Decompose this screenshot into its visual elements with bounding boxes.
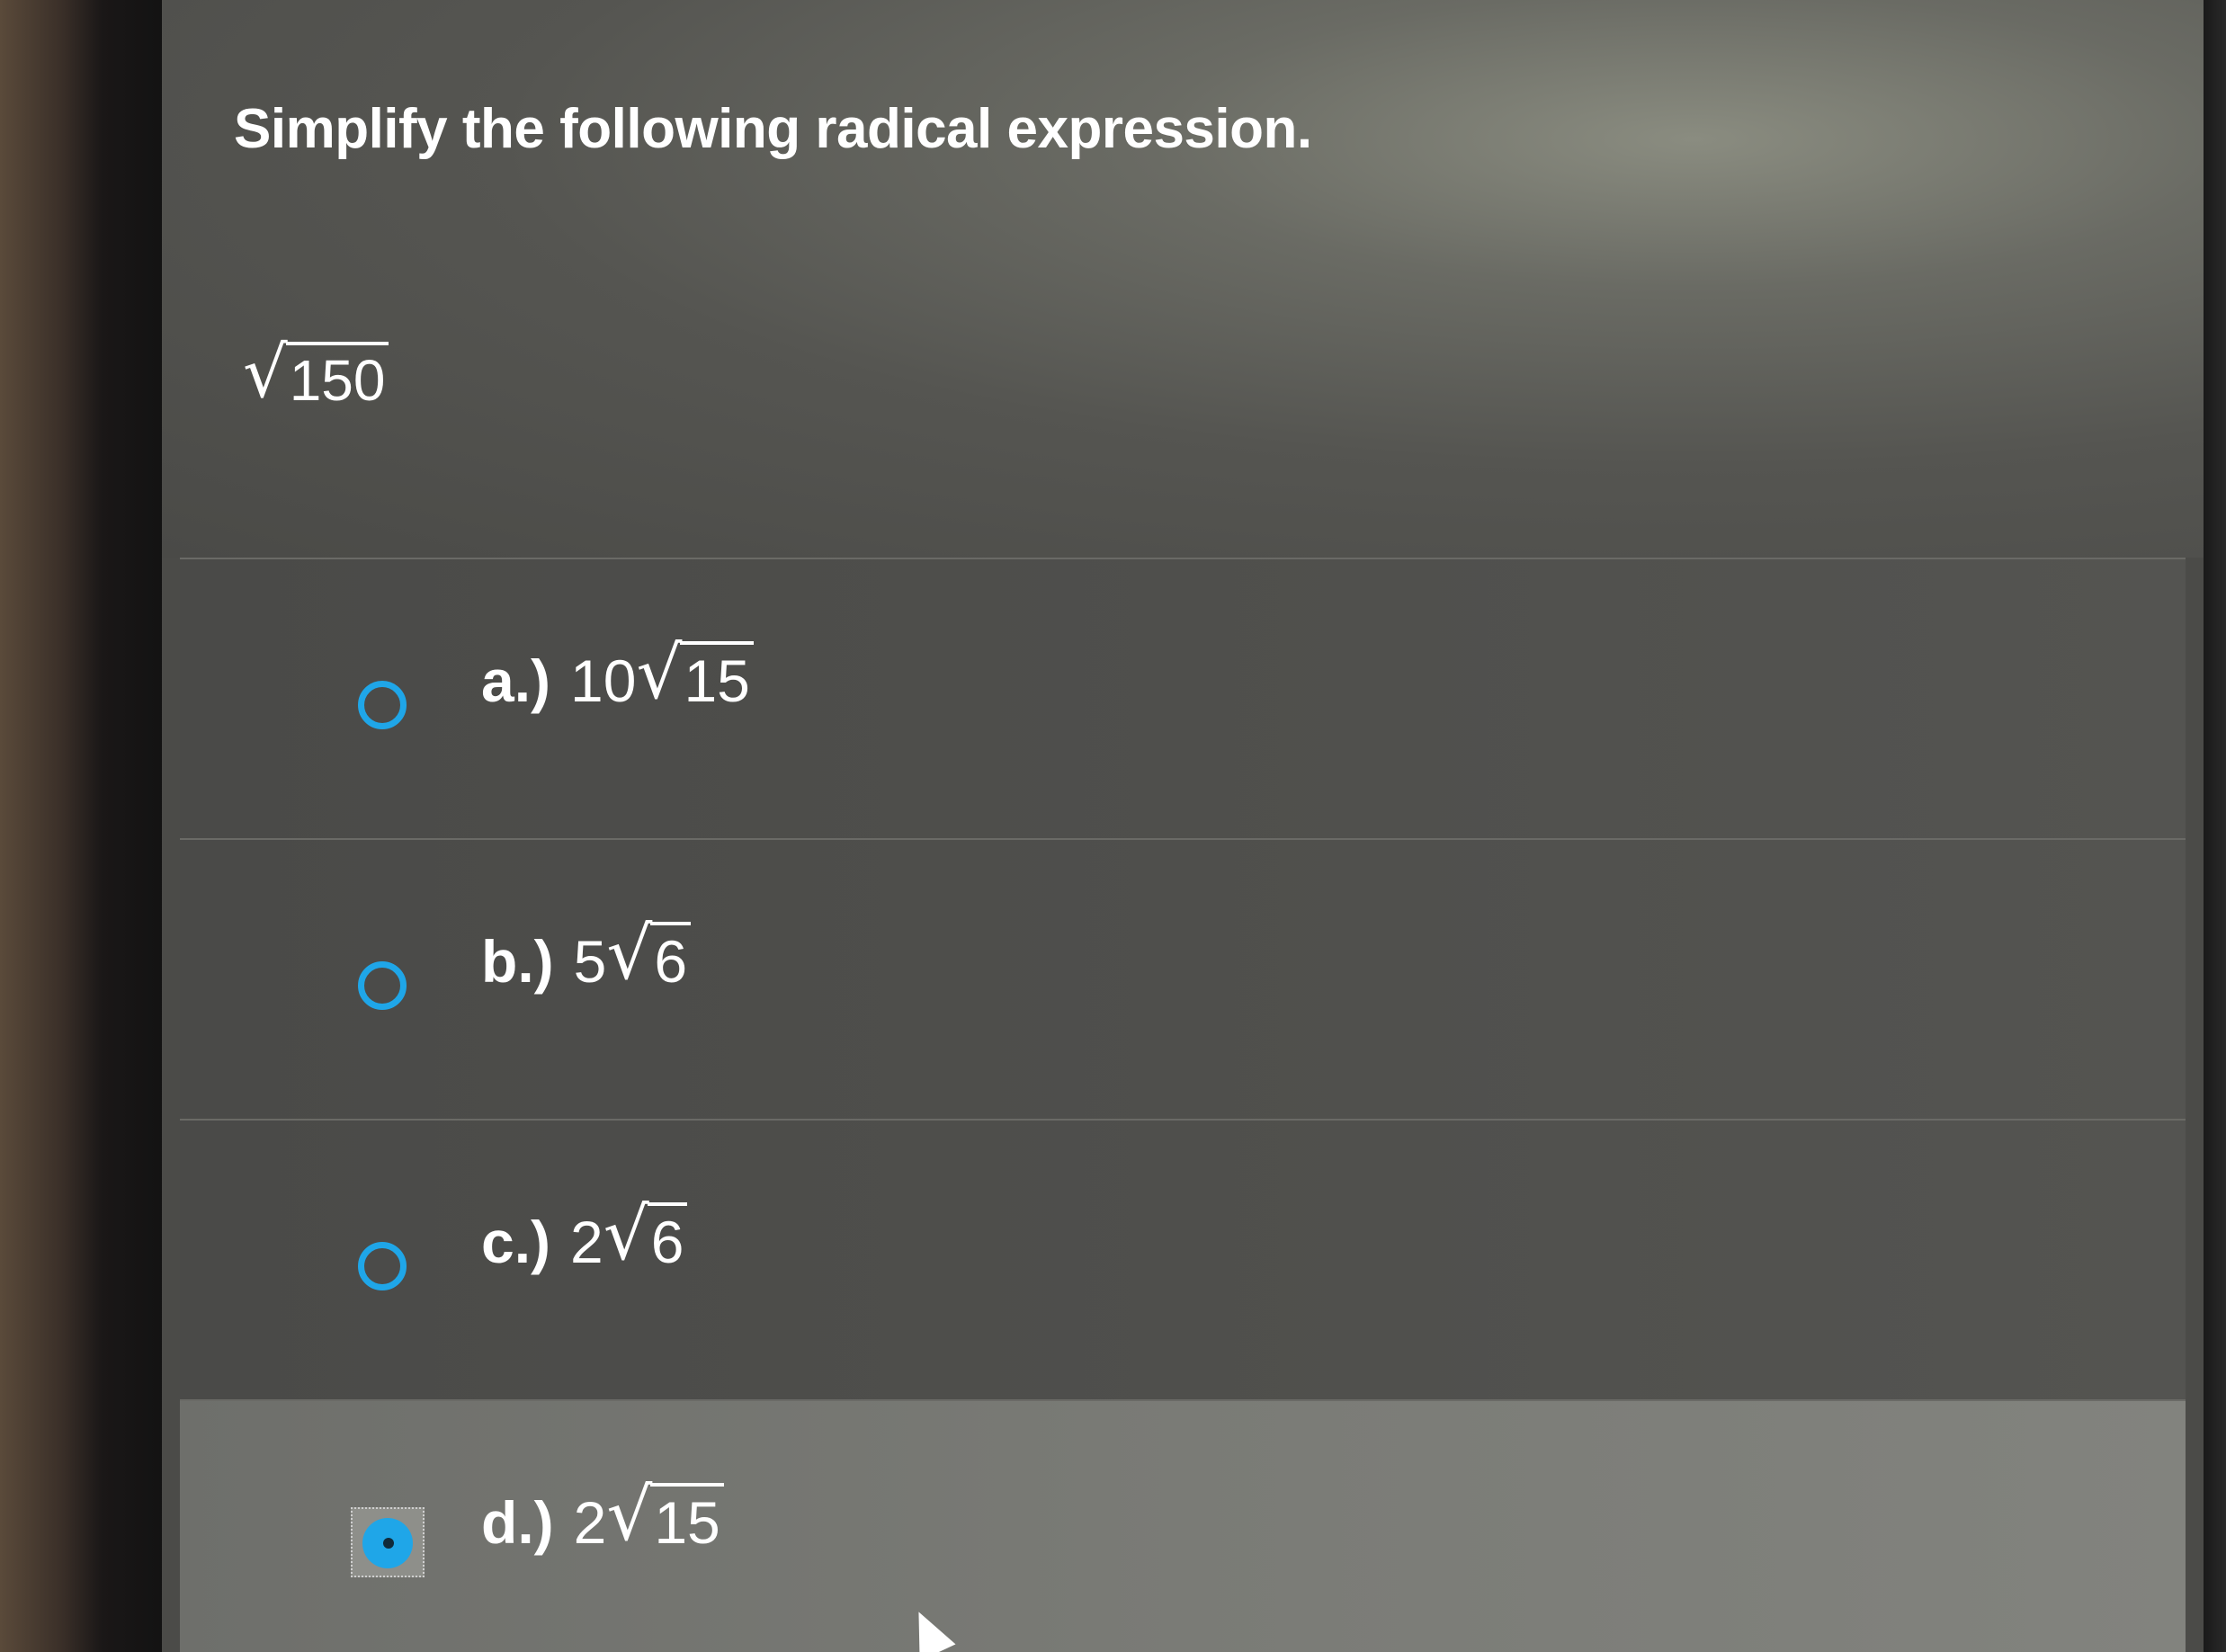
coefficient: 2 [570, 1209, 603, 1275]
radio-dot-icon [383, 1538, 394, 1549]
option-c-text[interactable]: c.) 2 √ 6 [481, 1192, 688, 1276]
option-letter: a.) [481, 647, 551, 714]
radio-button-c[interactable] [358, 1242, 407, 1290]
option-letter: b.) [481, 928, 554, 995]
option-b-text[interactable]: b.) 5 √ 6 [481, 912, 692, 996]
coefficient: 5 [573, 928, 607, 995]
option-b[interactable]: b.) 5 √ 6 [180, 838, 2186, 1119]
quiz-screen: Simplify the following radical expressio… [162, 0, 2204, 1652]
radical-expression: √ 150 [243, 333, 389, 414]
option-d-text[interactable]: d.) 2 √ 15 [481, 1473, 724, 1557]
option-a-text[interactable]: a.) 10 √ 15 [481, 631, 754, 715]
answer-options: a.) 10 √ 15 b.) 5 √ 6 c.) 2 √ 6 d.) 2 √ … [180, 558, 2186, 1652]
question-title: Simplify the following radical expressio… [234, 98, 1312, 160]
radicand: 150 [285, 342, 389, 414]
option-c[interactable]: c.) 2 √ 6 [180, 1119, 2186, 1399]
monitor-bezel-left [0, 0, 171, 1652]
coefficient: 2 [573, 1489, 607, 1556]
radical-sign-icon: √ [636, 631, 683, 715]
radical-sign-icon: √ [606, 912, 653, 996]
coefficient: 10 [570, 647, 637, 714]
radicand: 15 [650, 1483, 724, 1557]
radical-expression: √ 15 [636, 631, 754, 715]
question-expression: √ 150 [243, 333, 389, 414]
question-header: Simplify the following radical expressio… [162, 0, 2204, 558]
radical-sign-icon: √ [606, 1473, 653, 1557]
radical-expression: √ 6 [606, 912, 692, 996]
option-d[interactable]: d.) 2 √ 15 [180, 1399, 2186, 1652]
radical-sign-icon: √ [603, 1192, 649, 1276]
option-letter: d.) [481, 1489, 554, 1556]
radio-button-b[interactable] [358, 961, 407, 1010]
radicand: 6 [650, 922, 692, 996]
radio-button-d-focused[interactable] [351, 1507, 425, 1577]
radical-expression: √ 15 [606, 1473, 724, 1557]
radicand: 6 [647, 1202, 688, 1276]
radical-sign-icon: √ [243, 333, 288, 414]
radicand: 15 [680, 641, 754, 715]
option-letter: c.) [481, 1209, 551, 1275]
option-a[interactable]: a.) 10 √ 15 [180, 558, 2186, 838]
radical-expression: √ 6 [603, 1192, 688, 1276]
radio-button-a[interactable] [358, 681, 407, 729]
radio-selected-icon [362, 1518, 413, 1568]
